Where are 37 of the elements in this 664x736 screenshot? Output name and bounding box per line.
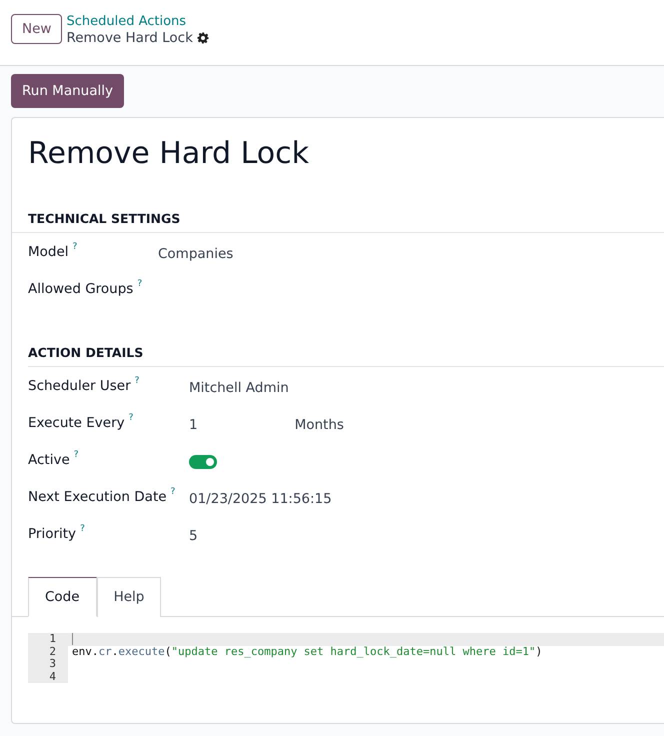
help-tooltip[interactable]: ? [137,279,142,289]
help-tooltip[interactable]: ? [72,242,78,252]
section-heading: TECHNICAL SETTINGS [12,210,664,233]
help-tooltip[interactable]: ? [80,524,85,534]
settings-icon[interactable] [196,32,209,44]
field-value: 1 [189,416,198,435]
new-button[interactable]: New [11,14,62,44]
field-label: Allowed Groups [28,281,134,297]
help-tooltip[interactable]: ? [170,486,176,497]
section-heading: ACTION DETAILS [28,344,664,367]
field-value: 01/23/2025 11:56:15 [189,490,332,509]
field-label: Model [28,244,69,260]
tab[interactable]: Help [96,576,162,617]
field-label: Scheduler User [28,378,131,394]
line-number: 3 [28,658,68,671]
field-label: Execute Every [28,414,125,431]
record-title: Remove Hard Lock [66,30,193,46]
help-tooltip[interactable]: ? [128,412,134,423]
line-number: 2 [28,646,68,658]
help-tooltip[interactable]: ? [74,450,79,460]
field-label: Next Execution Date [28,488,167,505]
field-value: Mitchell Admin [189,378,289,398]
tab[interactable]: Code [28,576,97,617]
code-line: env.cr.execute("update res_company set hard_lock_date=null where id=1") [72,644,542,658]
field-label: Active [28,452,70,468]
form-title: Remove Hard Lock [28,136,310,172]
field-label: Priority [28,526,76,542]
field-value: Months [294,416,344,435]
run-manually-button[interactable]: Run Manually [11,74,124,108]
field-value: 5 [189,526,198,546]
help-tooltip[interactable]: ? [134,376,140,386]
toggle-switch[interactable] [189,454,217,469]
text-cursor [72,633,73,645]
line-number: 1 [28,633,68,646]
breadcrumb-link[interactable]: Scheduled Actions [66,14,209,30]
field-value: Companies [158,245,234,264]
line-number: 4 [28,670,68,684]
